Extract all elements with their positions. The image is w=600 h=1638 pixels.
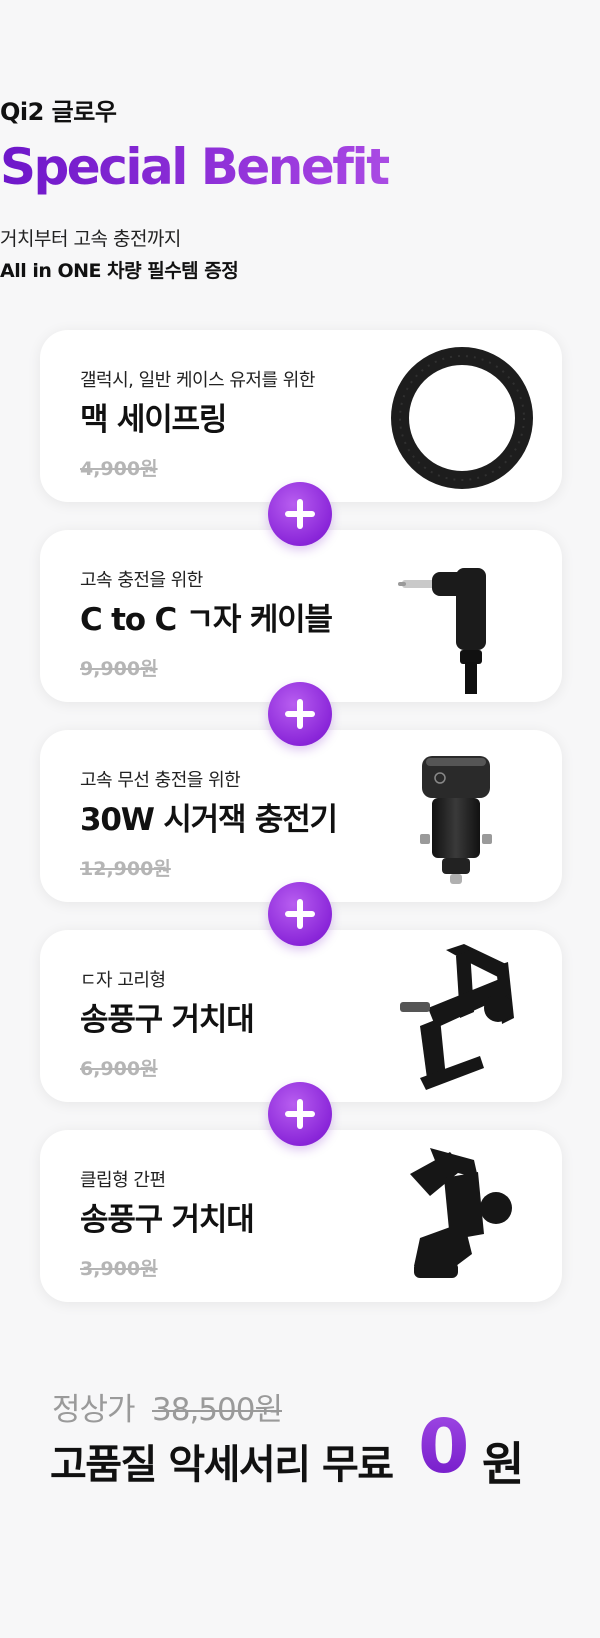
original-price-label: 정상가 [52, 1392, 136, 1428]
gift-card-vent-mount-clip: 클립형 간편 송풍구 거치대 3,900원 [40, 1130, 562, 1302]
gift-card-vent-mount-hook: ㄷ자 고리형 송풍구 거치대 6,900원 [40, 930, 562, 1102]
gift-card-car-charger: 고속 무선 충전을 위한 30W 시거잭 충전기 12,900원 [40, 730, 562, 902]
gift-name: 송풍구 거치대 [80, 1002, 255, 1038]
plus-icon [268, 882, 332, 946]
gift-original-price: 3,900원 [80, 1258, 158, 1280]
plus-icon [268, 1082, 332, 1146]
gift-caption: 고속 충전을 위한 [80, 570, 203, 591]
usb-c-cable-icon [380, 538, 540, 702]
gift-caption: 클립형 간편 [80, 1170, 166, 1191]
gift-caption: 갤럭시, 일반 케이스 유저를 위한 [80, 370, 315, 391]
gift-original-price: 6,900원 [80, 1058, 158, 1080]
car-charger-icon [380, 738, 540, 894]
gift-original-price: 9,900원 [80, 658, 158, 680]
gift-card-c-to-c-cable: 고속 충전을 위한 C to C ㄱ자 케이블 9,900원 [40, 530, 562, 702]
gift-caption: 고속 무선 충전을 위한 [80, 770, 241, 791]
gift-card-magsafe-ring: 갤럭시, 일반 케이스 유저를 위한 맥 세이프링 4,900원 [40, 330, 562, 502]
vent-mount-clip-icon [380, 1138, 540, 1294]
gift-name: 송풍구 거치대 [80, 1202, 255, 1238]
gift-name: 30W 시거잭 충전기 [80, 802, 338, 838]
original-total-price: 38,500원 [152, 1392, 283, 1428]
vent-mount-hook-icon [380, 938, 540, 1094]
free-accessories-text: 고품질 악세서리 무료 [50, 1442, 394, 1488]
plus-icon [268, 482, 332, 546]
plus-icon [268, 682, 332, 746]
subtitle-line-1: 거치부터 고속 충전까지 [0, 228, 181, 250]
won-unit: 원 [482, 1437, 525, 1491]
magsafe-ring-icon [380, 338, 540, 494]
gift-original-price: 12,900원 [80, 858, 171, 880]
zero-price: 0 [418, 1404, 469, 1490]
gift-name: C to C ㄱ자 케이블 [80, 602, 333, 638]
gift-caption: ㄷ자 고리형 [80, 970, 166, 991]
gift-name: 맥 세이프링 [80, 402, 227, 438]
product-eyebrow: Qi2 글로우 [0, 98, 117, 126]
special-benefit-title: Special Benefit [0, 138, 600, 196]
gift-original-price: 4,900원 [80, 458, 158, 480]
subtitle-line-2: All in ONE 차량 필수템 증정 [0, 260, 239, 282]
